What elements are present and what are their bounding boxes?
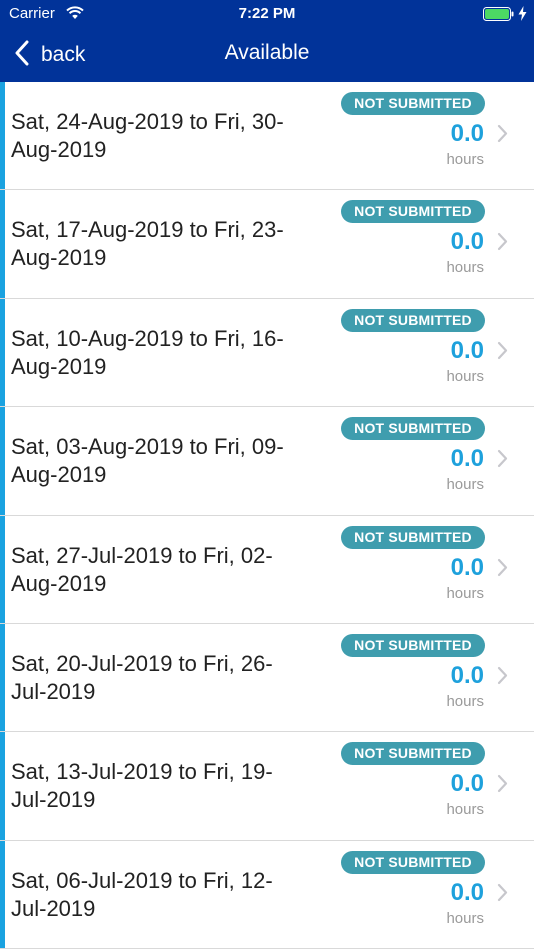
hours-unit: hours [446, 476, 484, 494]
date-range: Sat, 06-Jul-2019 to Fri, 12- Jul-2019 [11, 867, 331, 923]
date-range-line2: Jul-2019 [11, 895, 96, 921]
date-range-line1: Sat, 27-Jul-2019 to Fri, 02- [11, 542, 273, 568]
hours-unit: hours [446, 584, 484, 602]
timesheet-row[interactable]: Sat, 20-Jul-2019 to Fri, 26- Jul-2019 NO… [0, 623, 534, 733]
date-range-line2: Aug-2019 [11, 245, 107, 271]
hours-value: 0.0 [450, 120, 484, 147]
date-range: Sat, 24-Aug-2019 to Fri, 30- Aug-2019 [11, 108, 331, 164]
hours-value: 0.0 [450, 770, 484, 798]
date-range-line1: Sat, 06-Jul-2019 to Fri, 12- [11, 867, 273, 893]
date-range-line2: Jul-2019 [11, 787, 96, 813]
hours-value: 0.0 [450, 336, 484, 364]
timesheet-row[interactable]: Sat, 17-Aug-2019 to Fri, 23- Aug-2019 NO… [0, 190, 534, 299]
row-accent-bar [0, 840, 5, 949]
navigation-bar: back Available [0, 28, 534, 82]
status-badge: NOT SUBMITTED [341, 92, 485, 115]
page-title: Available [224, 41, 310, 64]
charging-icon [518, 6, 527, 26]
hours-value: 0.0 [450, 228, 484, 256]
row-accent-bar [0, 623, 5, 732]
date-range-line2: Aug-2019 [11, 570, 107, 596]
date-range-line1: Sat, 13-Jul-2019 to Fri, 19- [11, 759, 273, 785]
date-range: Sat, 20-Jul-2019 to Fri, 26- Jul-2019 [11, 650, 331, 706]
status-badge: NOT SUBMITTED [341, 417, 485, 441]
date-range-line1: Sat, 10-Aug-2019 to Fri, 16- [11, 325, 284, 351]
date-range: Sat, 03-Aug-2019 to Fri, 09- Aug-2019 [11, 433, 331, 489]
date-range-line2: Jul-2019 [11, 678, 96, 704]
chevron-right-icon [497, 341, 508, 365]
timesheet-row[interactable]: Sat, 27-Jul-2019 to Fri, 02- Aug-2019 NO… [0, 515, 534, 624]
chevron-right-icon [497, 558, 508, 582]
hours-value: 0.0 [450, 878, 484, 906]
timesheet-row[interactable]: Sat, 03-Aug-2019 to Fri, 09- Aug-2019 NO… [0, 407, 534, 516]
date-range: Sat, 10-Aug-2019 to Fri, 16- Aug-2019 [11, 325, 331, 381]
date-range-line1: Sat, 03-Aug-2019 to Fri, 09- [11, 434, 284, 460]
date-range: Sat, 27-Jul-2019 to Fri, 02- Aug-2019 [11, 542, 331, 598]
date-range-line1: Sat, 17-Aug-2019 to Fri, 23- [11, 217, 284, 243]
timesheet-row[interactable]: Sat, 24-Aug-2019 to Fri, 30- Aug-2019 NO… [0, 82, 534, 191]
status-badge: NOT SUBMITTED [341, 850, 485, 874]
hours-unit: hours [446, 151, 484, 168]
hours-value: 0.0 [450, 553, 484, 581]
row-accent-bar [0, 190, 5, 298]
header: Carrier 7:22 PM back Available [0, 0, 534, 82]
chevron-right-icon [497, 232, 508, 256]
row-accent-bar [0, 515, 5, 623]
row-accent-bar [0, 298, 5, 407]
timesheet-row[interactable]: Sat, 13-Jul-2019 to Fri, 19- Jul-2019 NO… [0, 732, 534, 841]
row-accent-bar [0, 732, 5, 840]
clock: 7:22 PM [238, 5, 296, 22]
row-accent-bar [0, 407, 5, 515]
timesheet-list: Sat, 24-Aug-2019 to Fri, 30- Aug-2019 NO… [0, 82, 534, 950]
status-bar: Carrier 7:22 PM [0, 0, 534, 28]
hours-unit: hours [446, 692, 484, 710]
chevron-right-icon [497, 883, 508, 907]
status-badge: NOT SUBMITTED [341, 633, 485, 657]
hours-unit: hours [446, 909, 484, 927]
date-range-line1: Sat, 24-Aug-2019 to Fri, 30- [11, 109, 284, 134]
date-range-line1: Sat, 20-Jul-2019 to Fri, 26- [11, 650, 273, 676]
hours-unit: hours [446, 259, 484, 277]
timesheet-row[interactable]: Sat, 10-Aug-2019 to Fri, 16- Aug-2019 NO… [0, 298, 534, 408]
chevron-right-icon [497, 124, 508, 148]
status-badge: NOT SUBMITTED [341, 308, 485, 332]
date-range: Sat, 17-Aug-2019 to Fri, 23- Aug-2019 [11, 216, 331, 272]
status-badge: NOT SUBMITTED [341, 525, 485, 549]
chevron-right-icon [497, 666, 508, 690]
hours-unit: hours [446, 801, 484, 819]
battery-icon [483, 7, 514, 21]
date-range: Sat, 13-Jul-2019 to Fri, 19- Jul-2019 [11, 758, 331, 814]
hours-value: 0.0 [450, 445, 484, 473]
timesheet-row[interactable]: Sat, 06-Jul-2019 to Fri, 12- Jul-2019 NO… [0, 840, 534, 950]
date-range-line2: Aug-2019 [11, 462, 107, 488]
row-accent-bar [0, 82, 5, 190]
chevron-right-icon [497, 449, 508, 473]
status-badge: NOT SUBMITTED [341, 742, 485, 766]
date-range-line2: Aug-2019 [11, 137, 107, 162]
status-badge: NOT SUBMITTED [341, 200, 485, 224]
date-range-line2: Aug-2019 [11, 353, 107, 379]
hours-value: 0.0 [450, 661, 484, 689]
hours-unit: hours [446, 367, 484, 385]
chevron-right-icon [497, 774, 508, 798]
